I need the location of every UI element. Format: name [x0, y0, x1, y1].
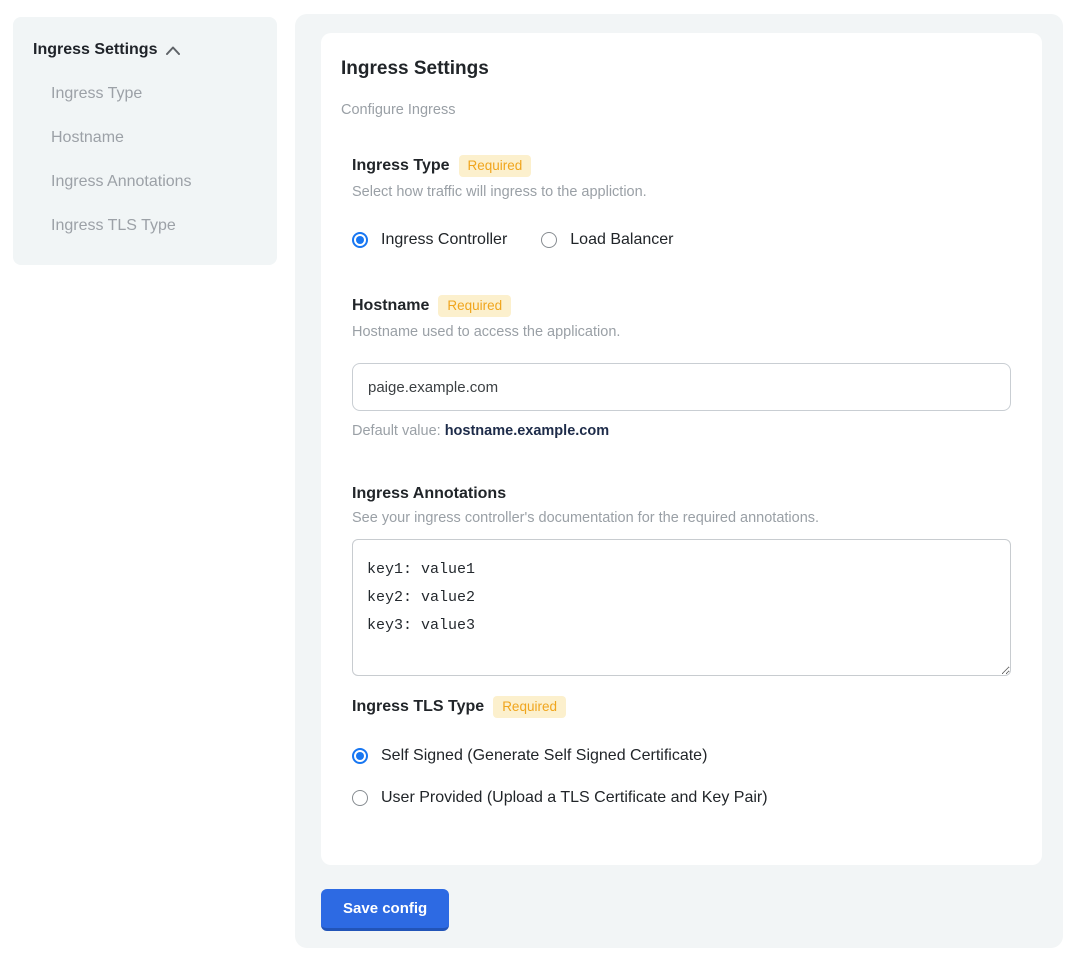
sidebar-items: Ingress Type Hostname Ingress Annotation…: [33, 85, 259, 235]
default-value-text: hostname.example.com: [445, 423, 609, 439]
tls-type-radio-group: Self Signed (Generate Self Signed Certif…: [352, 747, 1011, 807]
sidebar-section-title: Ingress Settings: [33, 41, 157, 59]
page-title: Ingress Settings: [341, 58, 1011, 80]
field-description: See your ingress controller's documentat…: [352, 510, 1011, 526]
default-value-prefix: Default value:: [352, 423, 445, 439]
radio-option-ingress-controller[interactable]: Ingress Controller: [352, 231, 507, 249]
field-hostname: Hostname Required Hostname used to acces…: [352, 295, 1011, 439]
radio-option-self-signed[interactable]: Self Signed (Generate Self Signed Certif…: [352, 747, 1011, 765]
default-value-line: Default value: hostname.example.com: [352, 423, 1011, 439]
radio-label: User Provided (Upload a TLS Certificate …: [381, 789, 768, 807]
settings-panel: Ingress Settings Configure Ingress Ingre…: [295, 14, 1063, 948]
field-description: Hostname used to access the application.: [352, 324, 1011, 340]
sidebar-item-ingress-tls-type[interactable]: Ingress TLS Type: [33, 217, 259, 235]
radio-label: Ingress Controller: [381, 231, 507, 249]
field-label-ingress-tls-type: Ingress TLS Type: [352, 698, 484, 716]
radio-label: Self Signed (Generate Self Signed Certif…: [381, 747, 707, 765]
required-badge: Required: [438, 295, 511, 317]
required-badge: Required: [459, 155, 532, 177]
save-config-button[interactable]: Save config: [321, 889, 449, 931]
radio-label: Load Balancer: [570, 231, 673, 249]
ingress-settings-card: Ingress Settings Configure Ingress Ingre…: [321, 33, 1042, 865]
required-badge: Required: [493, 696, 566, 718]
sidebar-section-toggle[interactable]: Ingress Settings: [33, 41, 259, 59]
chevron-up-icon: [166, 46, 180, 55]
ingress-type-radio-group: Ingress Controller Load Balancer: [352, 231, 1011, 249]
field-label-hostname: Hostname: [352, 297, 429, 315]
radio-unselected-icon[interactable]: [541, 232, 557, 248]
annotations-textarea[interactable]: key1: value1 key2: value2 key3: value3: [352, 539, 1011, 676]
hostname-input[interactable]: [352, 363, 1011, 411]
field-ingress-type: Ingress Type Required Select how traffic…: [352, 155, 1011, 249]
radio-selected-icon[interactable]: [352, 748, 368, 764]
radio-selected-icon[interactable]: [352, 232, 368, 248]
radio-option-load-balancer[interactable]: Load Balancer: [541, 231, 673, 249]
sidebar-item-ingress-type[interactable]: Ingress Type: [33, 85, 259, 103]
field-ingress-annotations: Ingress Annotations See your ingress con…: [352, 485, 1011, 676]
radio-unselected-icon[interactable]: [352, 790, 368, 806]
radio-option-user-provided[interactable]: User Provided (Upload a TLS Certificate …: [352, 789, 1011, 807]
field-description: Select how traffic will ingress to the a…: [352, 184, 1011, 200]
field-label-ingress-type: Ingress Type: [352, 157, 450, 175]
sidebar-item-ingress-annotations[interactable]: Ingress Annotations: [33, 173, 259, 191]
sidebar-item-hostname[interactable]: Hostname: [33, 129, 259, 147]
field-label-ingress-annotations: Ingress Annotations: [352, 485, 506, 503]
page-subtitle: Configure Ingress: [341, 102, 1011, 118]
ingress-settings-sidebar: Ingress Settings Ingress Type Hostname I…: [13, 17, 277, 265]
field-ingress-tls-type: Ingress TLS Type Required Self Signed (G…: [352, 696, 1011, 807]
